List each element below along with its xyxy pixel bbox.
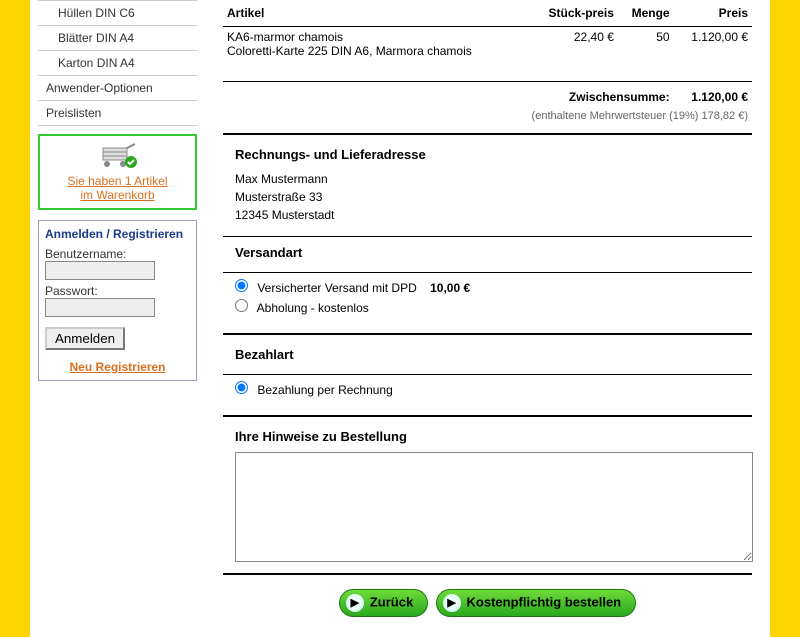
cart-line1: Sie haben 1 Artikel [67,174,167,188]
login-box: Anmelden / Registrieren Benutzername: Pa… [38,220,197,381]
shipping-heading: Versandart [223,241,752,268]
ship-radio-dpd[interactable] [235,279,248,292]
nav-karton[interactable]: Karton DIN A4 [38,51,197,76]
item-desc: Coloretti-Karte 225 DIN A6, Marmora cham… [227,44,525,58]
ship-opt2: Abholung - kostenlos [257,301,369,315]
th-article: Artikel [223,0,529,27]
pay-radio-invoice[interactable] [235,381,248,394]
th-unit: Stück-preis [529,0,618,27]
item-price: 1.120,00 € [674,27,752,62]
item-qty: 50 [618,27,674,62]
subtotal-value: 1.120,00 € [674,81,752,107]
username-label: Benutzername: [45,247,190,261]
subtotal-label: Zwischensumme: [223,81,674,107]
nav-blaetter[interactable]: Blätter DIN A4 [38,26,197,51]
nav-pricelists[interactable]: Preislisten [38,101,197,126]
cart-line2: im Warenkorb [80,188,154,202]
ship-opt1-price: 10,00 € [430,281,470,295]
addr-street: Musterstraße 33 [235,188,752,206]
username-input[interactable] [45,261,155,280]
register-link[interactable]: Neu Registrieren [45,360,190,374]
cart-icon [93,142,143,170]
notes-textarea[interactable] [235,452,753,562]
ship-radio-pickup[interactable] [235,299,248,312]
th-qty: Menge [618,0,674,27]
addr-city: 12345 Musterstadt [235,206,752,224]
table-row: KA6-marmor chamois Coloretti-Karte 225 D… [223,27,752,62]
nav-huellen[interactable]: Hüllen DIN C6 [38,0,197,26]
ship-opt1: Versicherter Versand mit DPD [257,281,416,295]
cart-box: Sie haben 1 Artikel im Warenkorb [38,134,197,210]
back-button[interactable]: ▶Zurück [339,589,428,617]
address-heading: Rechnungs- und Lieferadresse [223,143,752,170]
item-sku: KA6-marmor chamois [227,30,525,44]
pay-opt1: Bezahlung per Rechnung [257,383,392,397]
password-label: Passwort: [45,284,190,298]
arrow-icon: ▶ [443,594,461,612]
cart-link[interactable]: Sie haben 1 Artikel im Warenkorb [46,174,189,202]
payment-heading: Bezahlart [223,343,752,370]
login-button[interactable]: Anmelden [45,327,125,350]
password-input[interactable] [45,298,155,317]
tax-note: (enthaltene Mehrwertsteuer (19%) 178,82 … [223,107,752,125]
nav-options[interactable]: Anwender-Optionen [38,76,197,101]
addr-name: Max Mustermann [235,170,752,188]
notes-heading: Ihre Hinweise zu Bestellung [223,425,752,452]
login-title: Anmelden / Registrieren [45,227,190,241]
item-unit: 22,40 € [529,27,618,62]
order-button[interactable]: ▶Kostenpflichtig bestellen [436,589,637,617]
th-price: Preis [674,0,752,27]
order-table: Artikel Stück-preis Menge Preis KA6-marm… [223,0,752,125]
arrow-icon: ▶ [346,594,364,612]
